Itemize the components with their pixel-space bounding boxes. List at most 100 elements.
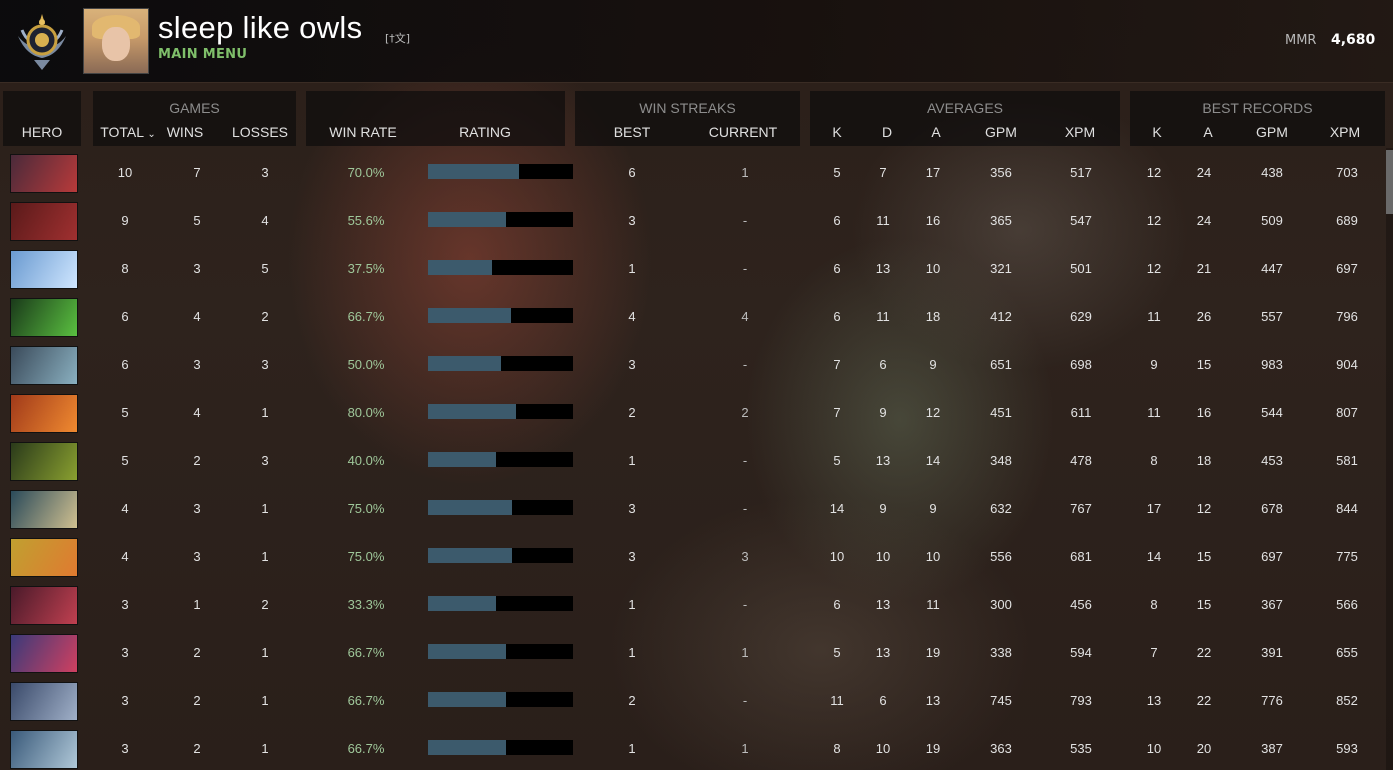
cell-gpm: 651 (990, 357, 1012, 372)
cell-d: 9 (879, 405, 887, 420)
cell-a: 19 (925, 741, 941, 756)
column-header-avg-kills[interactable]: K (822, 124, 852, 140)
cell-current: 3 (741, 549, 749, 564)
cell-xpm: 611 (1070, 405, 1092, 420)
cell-gpm: 412 (990, 309, 1012, 324)
cell-gpm: 356 (990, 165, 1012, 180)
cell-gpm: 556 (990, 549, 1012, 564)
witch-doctor-icon[interactable] (10, 490, 78, 529)
cell-bk: 10 (1146, 741, 1162, 756)
cell-total: 10 (117, 165, 133, 180)
main-menu-link[interactable]: MAIN MENU (158, 47, 247, 62)
cell-total: 5 (121, 453, 129, 468)
shadow-demon-icon[interactable] (10, 154, 78, 193)
scrollbar-thumb[interactable] (1386, 150, 1393, 214)
player-avatar[interactable] (83, 8, 149, 74)
cell-xpm: 594 (1070, 645, 1092, 660)
rating-bar (428, 404, 573, 419)
cell-a: 16 (925, 213, 941, 228)
cell-losses: 1 (261, 741, 269, 756)
cell-ba: 24 (1196, 213, 1212, 228)
cell-xpm: 517 (1070, 165, 1092, 180)
crystal-maiden-icon[interactable] (10, 250, 78, 289)
cell-xpm: 535 (1070, 741, 1092, 756)
column-header-best-assists[interactable]: A (1193, 124, 1223, 140)
cell-d: 7 (879, 165, 887, 180)
column-header-rating[interactable]: RATING (440, 124, 530, 140)
lina-icon[interactable] (10, 394, 78, 433)
rating-bar (428, 548, 573, 563)
queen-of-pain-icon[interactable] (10, 586, 78, 625)
cell-k: 5 (833, 645, 841, 660)
cell-bxpm: 566 (1336, 597, 1358, 612)
cell-xpm: 681 (1070, 549, 1092, 564)
column-header-current-streak[interactable]: CURRENT (700, 124, 786, 140)
cell-xpm: 501 (1070, 261, 1092, 276)
column-header-best-kills[interactable]: K (1142, 124, 1172, 140)
cell-bk: 13 (1146, 693, 1162, 708)
cell-best: 2 (628, 405, 636, 420)
cell-gpm: 363 (990, 741, 1012, 756)
cell-gpm: 321 (990, 261, 1012, 276)
cell-best: 1 (628, 453, 636, 468)
cell-bgpm: 453 (1261, 453, 1283, 468)
cell-ba: 16 (1196, 405, 1212, 420)
column-header-wins[interactable]: WINS (160, 124, 210, 140)
drow-ranger-icon[interactable] (10, 682, 78, 721)
cell-wins: 5 (193, 213, 201, 228)
tinker-icon[interactable] (10, 346, 78, 385)
column-header-avg-gpm[interactable]: GPM (976, 124, 1026, 140)
column-header-avg-deaths[interactable]: D (872, 124, 902, 140)
cell-bgpm: 509 (1261, 213, 1283, 228)
venomancer-icon[interactable] (10, 442, 78, 481)
cell-losses: 3 (261, 453, 269, 468)
windranger-icon[interactable] (10, 538, 78, 577)
cell-bxpm: 807 (1336, 405, 1358, 420)
cell-d: 13 (875, 261, 891, 276)
rating-bar (428, 308, 573, 323)
dark-willow-icon[interactable] (10, 634, 78, 673)
cell-d: 13 (875, 453, 891, 468)
rubick-icon[interactable] (10, 298, 78, 337)
column-header-best-streak[interactable]: BEST (602, 124, 662, 140)
cell-best: 3 (628, 549, 636, 564)
cell-wins: 7 (193, 165, 201, 180)
cell-xpm: 456 (1070, 597, 1092, 612)
cell-bk: 12 (1146, 165, 1162, 180)
cell-bk: 17 (1146, 501, 1162, 516)
table-scrollbar[interactable] (1386, 148, 1393, 770)
cell-a: 12 (925, 405, 941, 420)
rating-bar-fill (428, 308, 511, 323)
cell-a: 18 (925, 309, 941, 324)
cell-k: 11 (830, 693, 844, 708)
cell-losses: 1 (261, 501, 269, 516)
column-header-total[interactable]: TOTAL ⌄ (95, 124, 161, 140)
cell-ba: 20 (1196, 741, 1212, 756)
cell-bk: 9 (1150, 357, 1158, 372)
cell-xpm: 478 (1070, 453, 1092, 468)
cell-gpm: 365 (990, 213, 1012, 228)
cell-total: 4 (121, 501, 129, 516)
cell-bk: 11 (1147, 309, 1161, 324)
column-header-avg-xpm[interactable]: XPM (1055, 124, 1105, 140)
column-header-best-xpm[interactable]: XPM (1320, 124, 1370, 140)
lion-icon[interactable] (10, 202, 78, 241)
ancient-apparition-icon[interactable] (10, 730, 78, 769)
column-header-losses[interactable]: LOSSES (225, 124, 295, 140)
cell-win-rate: 50.0% (347, 357, 385, 372)
cell-ba: 26 (1196, 309, 1212, 324)
cell-k: 7 (833, 405, 841, 420)
column-header-avg-assists[interactable]: A (921, 124, 951, 140)
cell-bxpm: 689 (1336, 213, 1358, 228)
cell-current: 1 (741, 741, 749, 756)
cell-current: - (742, 357, 748, 372)
column-header-best-gpm[interactable]: GPM (1247, 124, 1297, 140)
cell-a: 19 (925, 645, 941, 660)
cell-total: 3 (121, 597, 129, 612)
cell-total: 3 (121, 741, 129, 756)
player-name: sleep like owls (158, 10, 363, 45)
column-header-hero[interactable]: HERO (3, 124, 81, 140)
cell-wins: 2 (193, 741, 201, 756)
column-header-win-rate[interactable]: WIN RATE (318, 124, 408, 140)
cell-k: 6 (833, 309, 841, 324)
